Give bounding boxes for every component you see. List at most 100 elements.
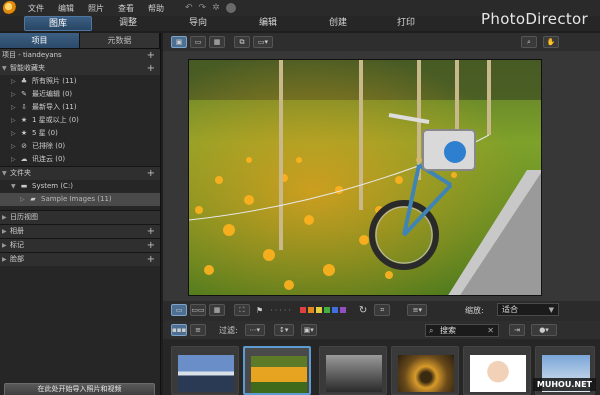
tab-project[interactable]: 项目 bbox=[0, 33, 80, 48]
menu-help[interactable]: 帮助 bbox=[141, 3, 171, 14]
label-yellow[interactable] bbox=[315, 306, 322, 313]
zoom-label: 缩放: bbox=[465, 306, 484, 315]
thumbnail[interactable] bbox=[171, 346, 239, 395]
expand-arrow-icon[interactable]: ▶ bbox=[2, 253, 10, 266]
expand-arrow-icon[interactable]: ▶ bbox=[2, 211, 10, 224]
menu-photo[interactable]: 照片 bbox=[81, 3, 111, 14]
smart-item-label: 已排除 (0) bbox=[32, 142, 66, 150]
filter-menu-icon[interactable]: ⋯▾ bbox=[244, 324, 265, 336]
label-purple[interactable] bbox=[339, 306, 346, 313]
tab-library[interactable]: 图库 bbox=[24, 16, 92, 31]
cloud-sync-icon[interactable] bbox=[225, 3, 236, 13]
label-green[interactable] bbox=[323, 306, 330, 313]
single-view-icon[interactable]: ▭ bbox=[171, 304, 187, 316]
expand-arrow-icon[interactable]: ▶ bbox=[2, 239, 10, 252]
smart-item-recent-edits[interactable]: ▷ ✎ 最近编辑 (0) bbox=[0, 88, 160, 101]
four-up-view-icon[interactable]: ▦ bbox=[209, 304, 225, 316]
color-filter-menu-icon[interactable]: ●▾ bbox=[531, 324, 557, 336]
folders-header[interactable]: ▼ 文件夹 + bbox=[0, 167, 160, 180]
label-orange[interactable] bbox=[307, 306, 314, 313]
expand-arrow-icon[interactable]: ▶ bbox=[2, 225, 10, 238]
drive-item[interactable]: ▼ ▬ System (C:) bbox=[0, 180, 160, 193]
reject-icon: ⊘ bbox=[21, 142, 27, 150]
tab-print[interactable]: 打印 bbox=[378, 16, 434, 31]
stack-menu-icon[interactable]: ▣▾ bbox=[300, 324, 317, 336]
compare-mode-icon[interactable]: ⧉ bbox=[234, 36, 250, 48]
thumbnail[interactable] bbox=[463, 346, 531, 395]
albums-header[interactable]: ▶ 相册 + bbox=[0, 225, 160, 238]
display-mode-icon[interactable]: ▭▾ bbox=[253, 36, 273, 48]
tab-edit[interactable]: 编辑 bbox=[240, 16, 296, 31]
flag-icon[interactable]: ⚑ bbox=[256, 306, 263, 315]
thumbnail-view-icon[interactable]: ▪▪▪ bbox=[171, 324, 187, 336]
label-red[interactable] bbox=[299, 306, 306, 313]
add-face-icon[interactable]: + bbox=[147, 253, 155, 266]
smart-item-label: 1 星或以上 (0) bbox=[32, 116, 79, 124]
smart-item-label: 最近编辑 (0) bbox=[32, 90, 73, 98]
menu-file[interactable]: 文件 bbox=[21, 3, 51, 14]
add-album-icon[interactable]: + bbox=[147, 225, 155, 238]
menu-view[interactable]: 查看 bbox=[111, 3, 141, 14]
viewer-mode-icon[interactable]: ▣ bbox=[171, 36, 187, 48]
view-toolbar: ▣ ▭ ▦ ⧉ ▭▾ ⌕ ✋ bbox=[163, 33, 600, 51]
zoom-tool-icon[interactable]: ⌕ bbox=[521, 36, 537, 48]
redo-icon[interactable]: ↷ bbox=[199, 3, 207, 13]
grid-mode-icon[interactable]: ▦ bbox=[209, 36, 225, 48]
filter-label: 过滤: bbox=[219, 325, 238, 335]
list-view-icon[interactable]: ≡ bbox=[190, 324, 206, 336]
import-button[interactable]: 在此处开始导入照片和视频 bbox=[4, 383, 155, 395]
smart-item-all-photos[interactable]: ▷ ♣ 所有照片 (11) bbox=[0, 75, 160, 88]
expand-arrow-icon[interactable]: ▼ bbox=[2, 167, 10, 180]
sort-order-icon[interactable]: ↕▾ bbox=[273, 324, 294, 336]
smart-item-five-star[interactable]: ▷ ★ 5 星 (0) bbox=[0, 127, 160, 140]
smart-item-cloud[interactable]: ▷ ☁ 讯连云 (0) bbox=[0, 153, 160, 166]
search-input[interactable]: ⌕ 搜索 ✕ bbox=[425, 324, 499, 337]
folder-item-sample-images[interactable]: ▷ ▰ Sample Images (11) bbox=[0, 193, 160, 206]
tab-guided[interactable]: 导向 bbox=[170, 16, 226, 31]
tab-adjust[interactable]: 调整 bbox=[100, 16, 156, 31]
sort-menu-icon[interactable]: ≡▾ bbox=[407, 304, 428, 316]
crop-icon[interactable]: ⌗ bbox=[374, 304, 391, 316]
smart-item-latest-import[interactable]: ▷ ⇩ 最新导入 (11) bbox=[0, 101, 160, 114]
thumbnail-selected[interactable] bbox=[243, 346, 311, 395]
drive-icon: ▬ bbox=[20, 182, 28, 190]
thumbnail[interactable] bbox=[319, 346, 387, 395]
search-icon: ⌕ bbox=[429, 326, 434, 335]
rotate-icon[interactable]: ↻ bbox=[359, 305, 367, 316]
menu-edit[interactable]: 编辑 bbox=[51, 3, 81, 14]
clear-search-icon[interactable]: ✕ bbox=[487, 325, 494, 337]
thumbnail[interactable] bbox=[391, 346, 459, 395]
smart-item-one-star[interactable]: ▷ ★ 1 星或以上 (0) bbox=[0, 114, 160, 127]
faces-title: 脸部 bbox=[10, 255, 24, 263]
folders-title: 文件夹 bbox=[10, 169, 31, 177]
tab-create[interactable]: 创建 bbox=[310, 16, 366, 31]
library-panel: 项目 元数据 项目 - tiandeyans + ▼ 智能收藏夹 + ▷ ♣ 所有照… bbox=[0, 33, 161, 395]
import-icon: ⇩ bbox=[21, 103, 27, 111]
zoom-select[interactable]: 适合 ▼ bbox=[497, 303, 559, 316]
single-photo-mode-icon[interactable]: ▭ bbox=[190, 36, 206, 48]
project-header[interactable]: 项目 - tiandeyans + bbox=[0, 49, 160, 62]
add-smart-collection-icon[interactable]: + bbox=[147, 62, 155, 75]
tab-metadata[interactable]: 元数据 bbox=[80, 33, 160, 48]
app-logo-icon bbox=[3, 1, 17, 15]
two-up-view-icon[interactable]: ▭▭ bbox=[190, 304, 206, 316]
add-folder-icon[interactable]: + bbox=[147, 167, 155, 180]
color-labels[interactable] bbox=[299, 306, 348, 315]
rating-dots[interactable]: ····· bbox=[270, 306, 293, 315]
tags-header[interactable]: ▶ 标记 + bbox=[0, 239, 160, 252]
main-photo[interactable] bbox=[188, 59, 542, 296]
smart-item-rejected[interactable]: ▷ ⊘ 已排除 (0) bbox=[0, 140, 160, 153]
export-icon[interactable]: ⇥ bbox=[509, 324, 525, 336]
settings-icon[interactable]: ✲ bbox=[212, 3, 220, 13]
add-tag-icon[interactable]: + bbox=[147, 239, 155, 252]
calendar-view-header[interactable]: ▶ 日历视图 bbox=[0, 211, 160, 224]
expand-arrow-icon[interactable]: ▼ bbox=[2, 62, 10, 75]
faces-header[interactable]: ▶ 脸部 + bbox=[0, 253, 160, 266]
pan-tool-icon[interactable]: ✋ bbox=[543, 36, 559, 48]
label-blue[interactable] bbox=[331, 306, 338, 313]
star-icon: ★ bbox=[20, 129, 28, 137]
face-tag-icon[interactable]: ⛶ bbox=[234, 304, 250, 316]
smart-collections-header[interactable]: ▼ 智能收藏夹 + bbox=[0, 62, 160, 75]
add-project-icon[interactable]: + bbox=[147, 49, 155, 62]
undo-icon[interactable]: ↶ bbox=[185, 3, 193, 13]
